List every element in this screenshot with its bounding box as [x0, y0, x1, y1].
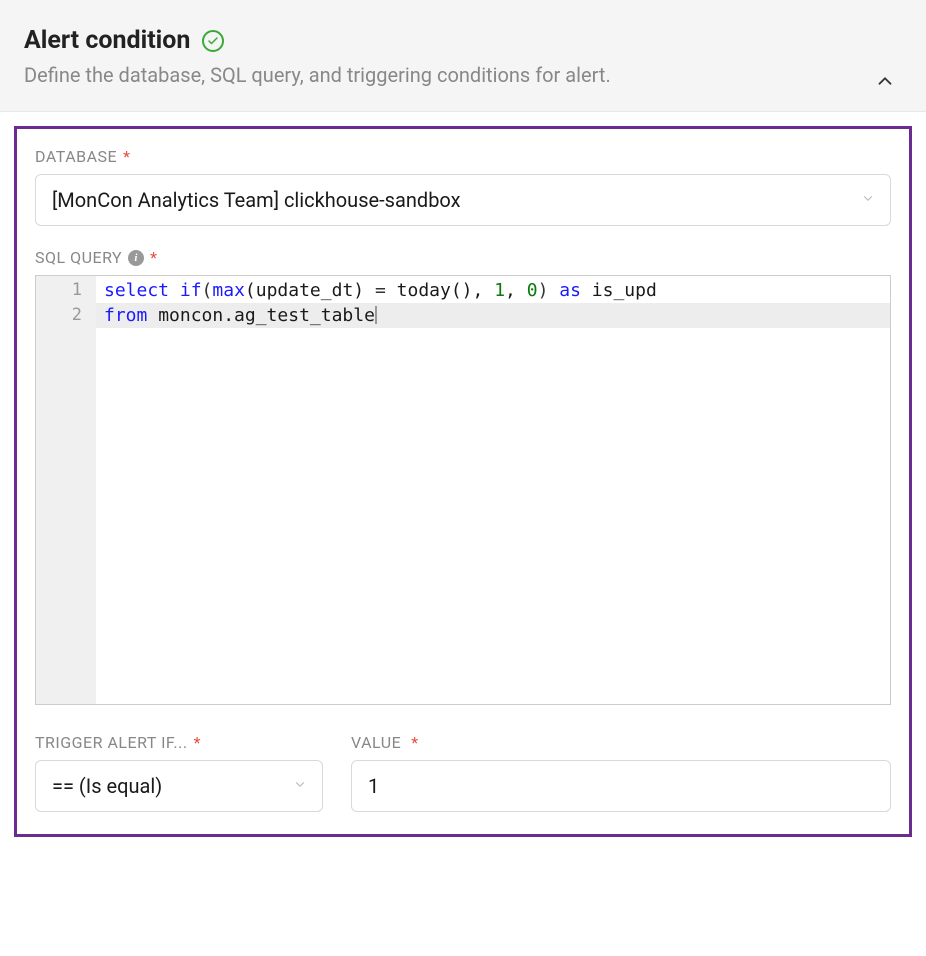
required-indicator: *	[411, 733, 418, 752]
database-label-text: DATABASE	[35, 147, 117, 166]
chevron-up-icon	[874, 70, 896, 92]
database-select[interactable]	[35, 174, 891, 226]
trigger-label: TRIGGER ALERT IF... *	[35, 733, 323, 752]
sql-label: SQL QUERY i *	[35, 248, 891, 267]
info-icon[interactable]: i	[128, 250, 144, 266]
code-body[interactable]: select if(max(update_dt) = today(), 1, 0…	[96, 276, 890, 704]
value-label: VALUE *	[351, 733, 891, 752]
sql-code-editor[interactable]: 12 select if(max(update_dt) = today(), 1…	[35, 275, 891, 705]
check-circle-icon	[202, 30, 224, 52]
section-subtitle: Define the database, SQL query, and trig…	[24, 63, 902, 87]
trigger-label-text: TRIGGER ALERT IF...	[35, 733, 188, 752]
required-indicator: *	[194, 733, 201, 752]
value-label-text: VALUE	[351, 733, 401, 752]
value-field-group: VALUE *	[351, 733, 891, 812]
required-indicator: *	[123, 147, 130, 166]
trigger-field-group: TRIGGER ALERT IF... *	[35, 733, 323, 812]
header-title-row: Alert condition	[24, 26, 902, 55]
required-indicator: *	[150, 248, 157, 267]
sql-label-text: SQL QUERY	[35, 248, 122, 267]
value-input[interactable]	[351, 760, 891, 812]
database-field-group: DATABASE *	[35, 147, 891, 226]
sql-field-group: SQL QUERY i * 12 select if(max(update_dt…	[35, 248, 891, 705]
collapse-button[interactable]	[870, 66, 900, 99]
code-gutter: 12	[36, 276, 96, 704]
bottom-fields-row: TRIGGER ALERT IF... * VALUE *	[35, 733, 891, 812]
database-label: DATABASE *	[35, 147, 891, 166]
trigger-select[interactable]	[35, 760, 323, 812]
database-select-wrapper	[35, 174, 891, 226]
section-title: Alert condition	[24, 26, 190, 55]
content-wrapper: DATABASE * SQL QUERY i * 12 select if(ma…	[0, 112, 926, 851]
section-header: Alert condition Define the database, SQL…	[0, 0, 926, 112]
highlighted-config-box: DATABASE * SQL QUERY i * 12 select if(ma…	[14, 126, 912, 837]
trigger-select-wrapper	[35, 760, 323, 812]
